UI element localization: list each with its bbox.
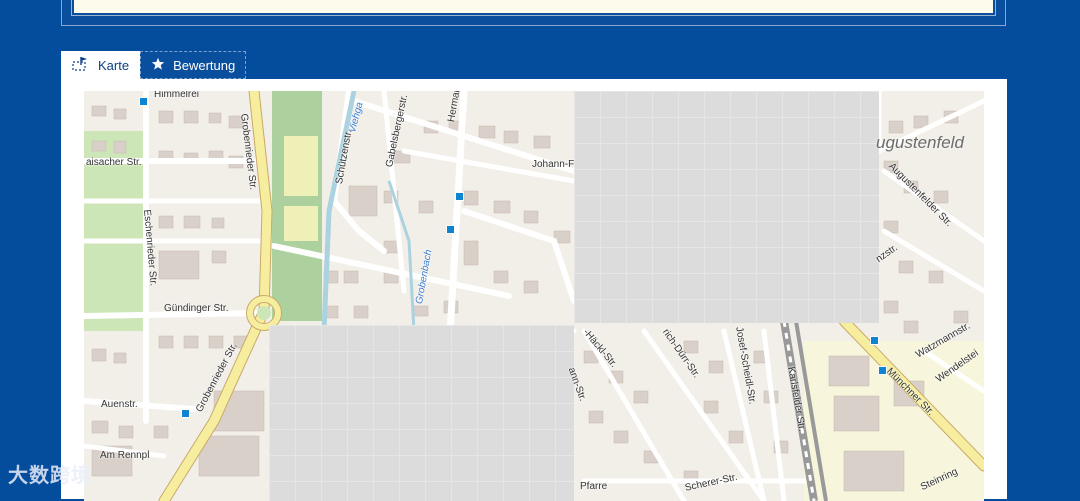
top-panel-content (72, 0, 995, 15)
top-panel (61, 0, 1006, 26)
map-view[interactable]: ugustenfeld Himmelrei Hermann- Johann-F … (84, 91, 984, 501)
tab-karte[interactable]: Karte (61, 51, 141, 79)
tab-bewertung-label: Bewertung (173, 57, 236, 73)
bus-stop-marker[interactable] (181, 409, 190, 418)
map-tile-missing (269, 325, 574, 501)
map-tile-missing (574, 91, 879, 323)
bus-stop-marker[interactable] (446, 225, 455, 234)
watermark-text: 大数跨境 (8, 465, 92, 487)
tab-karte-label: Karte (98, 57, 130, 73)
watermark: 大数跨境 (8, 459, 92, 488)
tab-bar: Karte Bewertung (61, 51, 247, 80)
map-flag-icon (72, 56, 98, 75)
bus-stop-marker[interactable] (139, 97, 148, 106)
street-label-guendinger: Gündinger Str. (164, 303, 229, 314)
tab-bewertung[interactable]: Bewertung (140, 51, 247, 79)
street-label-aisacher: aisacher Str. (86, 157, 142, 168)
star-icon (151, 57, 173, 74)
street-label-himmelreich: Himmelrei (154, 91, 199, 100)
bus-stop-marker[interactable] (870, 336, 879, 345)
street-label-auen: Auenstr. (101, 399, 138, 410)
map-panel: ugustenfeld Himmelrei Hermann- Johann-F … (61, 79, 1007, 501)
street-label-johann: Johann-F (532, 159, 575, 170)
street-label-pfarrer: Pfarre (580, 481, 608, 492)
street-label-am-rennpl: Am Rennpl (100, 450, 150, 461)
bus-stop-marker[interactable] (455, 192, 464, 201)
district-label: ugustenfeld (876, 133, 964, 152)
